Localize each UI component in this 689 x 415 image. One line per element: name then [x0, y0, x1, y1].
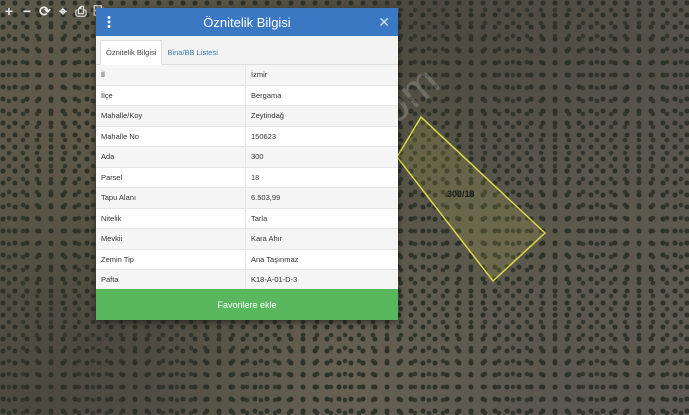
attribute-table: İl İzmir İlçe Bergama Mahalle/Koy Zeytindağ…	[96, 65, 398, 291]
attribute-panel: Öznitelik Bilgisi ✕ Öznitelik Bilgisi Bi…	[96, 8, 398, 320]
row-key: Zemin Tip	[96, 249, 246, 270]
tab-bar: Öznitelik Bilgisi Bina/BB Listesi	[96, 36, 398, 65]
tab-building-list[interactable]: Bina/BB Listesi	[162, 41, 222, 64]
row-key: Parsel	[96, 167, 246, 188]
zoom-out-icon[interactable]: −	[18, 0, 36, 22]
refresh-icon[interactable]: ⟳	[36, 0, 54, 22]
row-key: İl	[96, 65, 246, 86]
table-row: Zemin Tip Ana Taşınmaz	[96, 249, 398, 270]
row-key: Pafta	[96, 269, 246, 291]
table-row: Parsel 18	[96, 167, 398, 188]
row-value: Kara Ahır	[245, 228, 398, 250]
table-row: Ada 300	[96, 146, 398, 168]
row-value: K18-A-01-D-3	[245, 269, 398, 291]
row-value: 300	[245, 146, 398, 168]
table-row: İlçe Bergama	[96, 85, 398, 106]
table-row: Mahalle/Koy Zeytindağ	[96, 105, 398, 127]
panel-title: Öznitelik Bilgisi	[203, 14, 291, 30]
row-value: 6.503,99	[245, 187, 398, 209]
close-icon[interactable]: ✕	[378, 14, 390, 31]
row-key: Mahalle No	[96, 126, 246, 147]
parcel-label: 300/18	[447, 189, 475, 199]
row-key: Ada	[96, 146, 246, 168]
row-value: Bergama	[245, 85, 398, 106]
table-row: İl İzmir	[96, 65, 398, 86]
row-key: Mevkii	[96, 228, 246, 250]
print-icon[interactable]: ⎙	[72, 0, 90, 22]
tab-attribute-info[interactable]: Öznitelik Bilgisi	[100, 40, 163, 65]
row-key: Mahalle/Koy	[96, 105, 246, 127]
map-toolbar: + − ⟳ ⌖ ⎙ ⎘	[0, 0, 108, 22]
table-row: Tapu Alanı 6.503,99	[96, 187, 398, 209]
kebab-menu-icon[interactable]	[96, 16, 122, 28]
row-value: 18	[245, 167, 398, 188]
row-key: Tapu Alanı	[96, 187, 246, 209]
row-value: Tarla	[245, 208, 398, 229]
row-value: İzmir	[245, 65, 398, 86]
table-row: Mevkii Kara Ahır	[96, 228, 398, 250]
parcel-polygon[interactable]	[396, 115, 547, 283]
table-row: Mahalle No 150623	[96, 126, 398, 147]
locate-icon[interactable]: ⌖	[54, 0, 72, 22]
row-value: 150623	[245, 126, 398, 147]
row-key: Nitelik	[96, 208, 246, 229]
row-key: İlçe	[96, 85, 246, 106]
zoom-in-icon[interactable]: +	[0, 0, 18, 22]
table-row: Nitelik Tarla	[96, 208, 398, 229]
row-value: Zeytindağ	[245, 105, 398, 127]
table-row: Pafta K18-A-01-D-3	[96, 269, 398, 291]
panel-header: Öznitelik Bilgisi ✕	[96, 8, 398, 36]
add-to-favorites-button[interactable]: Favorilere ekle	[96, 289, 398, 320]
row-value: Ana Taşınmaz	[245, 249, 398, 270]
